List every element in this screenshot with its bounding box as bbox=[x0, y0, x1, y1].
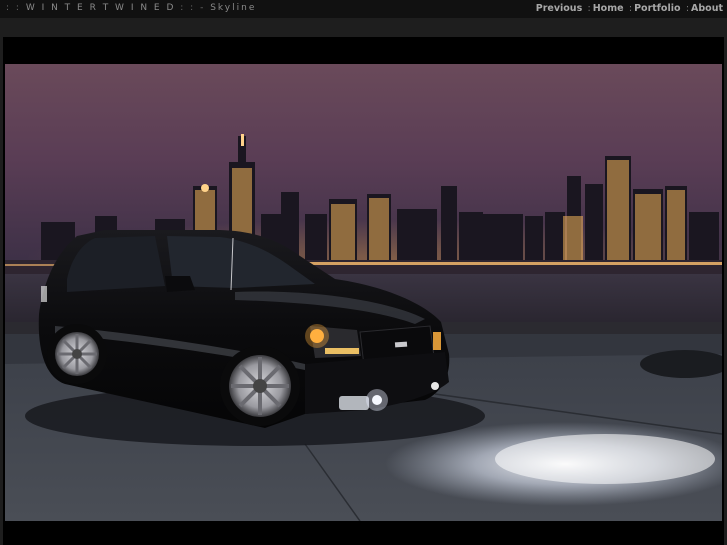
nav-separator: : bbox=[628, 3, 633, 14]
nav-about-link[interactable]: About bbox=[691, 3, 723, 14]
page-name: Skyline bbox=[210, 3, 257, 13]
nav-previous-link[interactable]: Previous bbox=[536, 3, 582, 14]
nav-home-link[interactable]: Home bbox=[593, 3, 624, 14]
nav-menu: Previous : Home : Portfolio : About bbox=[536, 3, 723, 14]
title-prefix: : : bbox=[6, 3, 21, 13]
nav-portfolio-link[interactable]: Portfolio bbox=[634, 3, 680, 14]
photo-container bbox=[5, 64, 722, 521]
site-name: W I N T E R T W I N E D bbox=[25, 3, 176, 13]
site-title: : : W I N T E R T W I N E D : : - Skylin… bbox=[6, 3, 256, 13]
top-bar: : : W I N T E R T W I N E D : : - Skylin… bbox=[0, 0, 727, 18]
nav-separator: : bbox=[587, 3, 591, 14]
photo-skyline-suv bbox=[5, 64, 722, 521]
photo-frame bbox=[3, 37, 724, 545]
nav-separator: : bbox=[685, 3, 690, 14]
title-separator: : : - bbox=[180, 3, 206, 13]
